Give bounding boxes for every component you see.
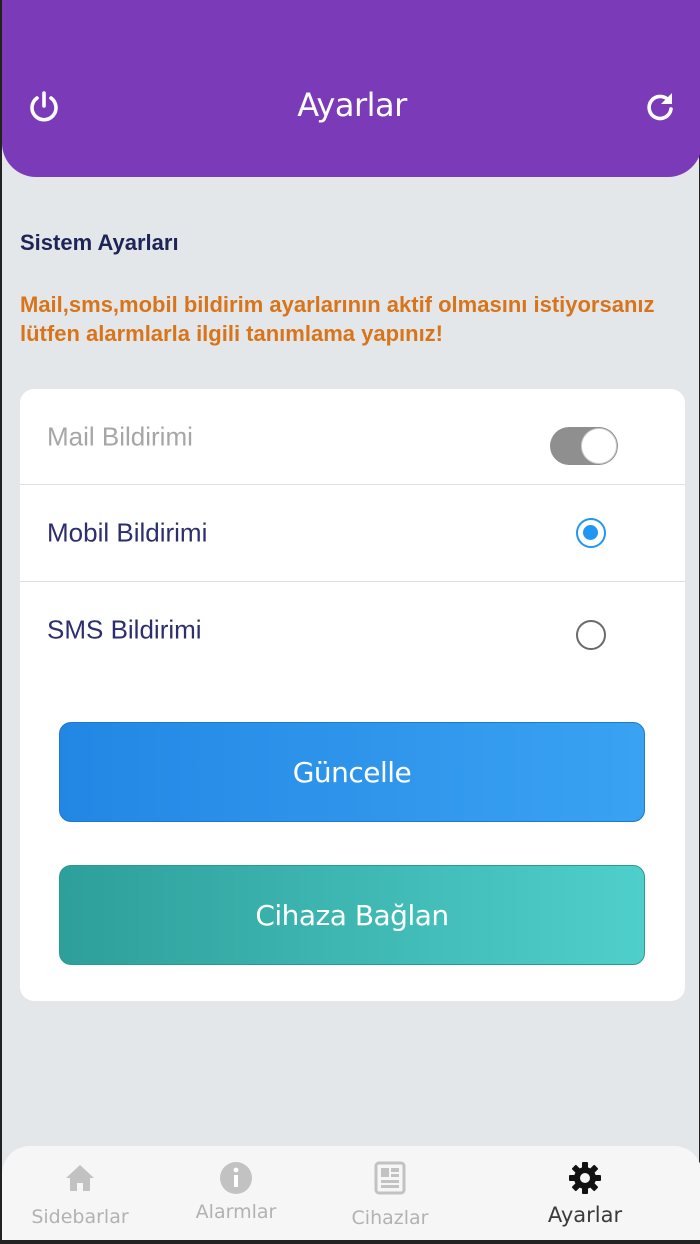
app-header: Ayarlar <box>2 0 700 177</box>
sms-notification-radio[interactable] <box>576 620 606 650</box>
mobile-notification-label: Mobil Bildirimi <box>47 517 208 548</box>
sms-notification-label: SMS Bildirimi <box>47 614 202 645</box>
nav-label: Alarmlar <box>195 1201 277 1223</box>
nav-label: Cihazlar <box>351 1207 429 1229</box>
gear-icon <box>569 1162 601 1194</box>
mail-notification-label: Mail Bildirimi <box>47 421 193 452</box>
mail-notification-toggle[interactable] <box>550 427 618 465</box>
nav-label: Sidebarlar <box>31 1206 129 1228</box>
nav-item-ayarlar[interactable]: Ayarlar <box>515 1146 655 1244</box>
mobile-notification-row[interactable]: Mobil Bildirimi <box>20 485 685 582</box>
system-bottom-bar <box>2 1240 700 1244</box>
home-icon <box>66 1165 94 1191</box>
mail-notification-row: Mail Bildirimi <box>20 389 685 485</box>
device-icon <box>374 1161 406 1195</box>
bottom-navigation: Sidebarlar Alarmlar Cihazlar Ayarlar <box>2 1146 700 1244</box>
refresh-icon[interactable] <box>642 89 678 125</box>
settings-card: Mail Bildirimi Mobil Bildirimi SMS Bildi… <box>20 389 685 1001</box>
sms-notification-row[interactable]: SMS Bildirimi <box>20 582 685 678</box>
mobile-notification-radio[interactable] <box>576 518 606 548</box>
info-icon <box>220 1162 252 1194</box>
page-title: Ayarlar <box>297 86 407 124</box>
section-title: Sistem Ayarları <box>20 230 179 255</box>
warning-message: Mail,sms,mobil bildirim ayarlarının akti… <box>20 292 655 346</box>
toggle-knob <box>581 428 617 464</box>
connect-device-button[interactable]: Cihaza Bağlan <box>59 865 645 965</box>
nav-label: Ayarlar <box>547 1203 623 1227</box>
nav-item-alarmlar[interactable]: Alarmlar <box>166 1146 306 1244</box>
nav-item-sidebarlar[interactable]: Sidebarlar <box>10 1146 150 1244</box>
update-button[interactable]: Güncelle <box>59 722 645 822</box>
nav-item-cihazlar[interactable]: Cihazlar <box>320 1146 460 1244</box>
